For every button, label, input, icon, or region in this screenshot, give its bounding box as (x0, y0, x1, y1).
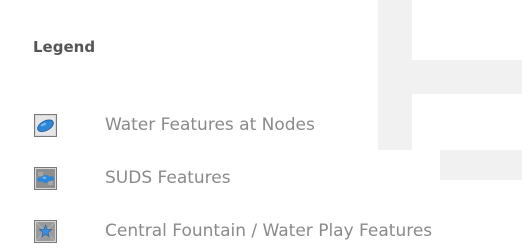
legend-item-label: SUDS Features (105, 168, 231, 188)
legend-panel: Legend Water Features at Nodes SUDS Feat… (0, 0, 522, 252)
legend-item-label: Central Fountain / Water Play Features (105, 221, 433, 241)
legend-item-water-nodes: Water Features at Nodes (34, 112, 315, 138)
legend-item-label: Water Features at Nodes (105, 115, 315, 135)
legend-item-fountain: Central Fountain / Water Play Features (34, 218, 432, 244)
legend-item-suds: SUDS Features (34, 165, 231, 191)
suds-icon (34, 166, 57, 190)
legend-title: Legend (33, 38, 96, 56)
water-node-icon (34, 113, 57, 137)
fountain-star-icon (34, 219, 57, 243)
